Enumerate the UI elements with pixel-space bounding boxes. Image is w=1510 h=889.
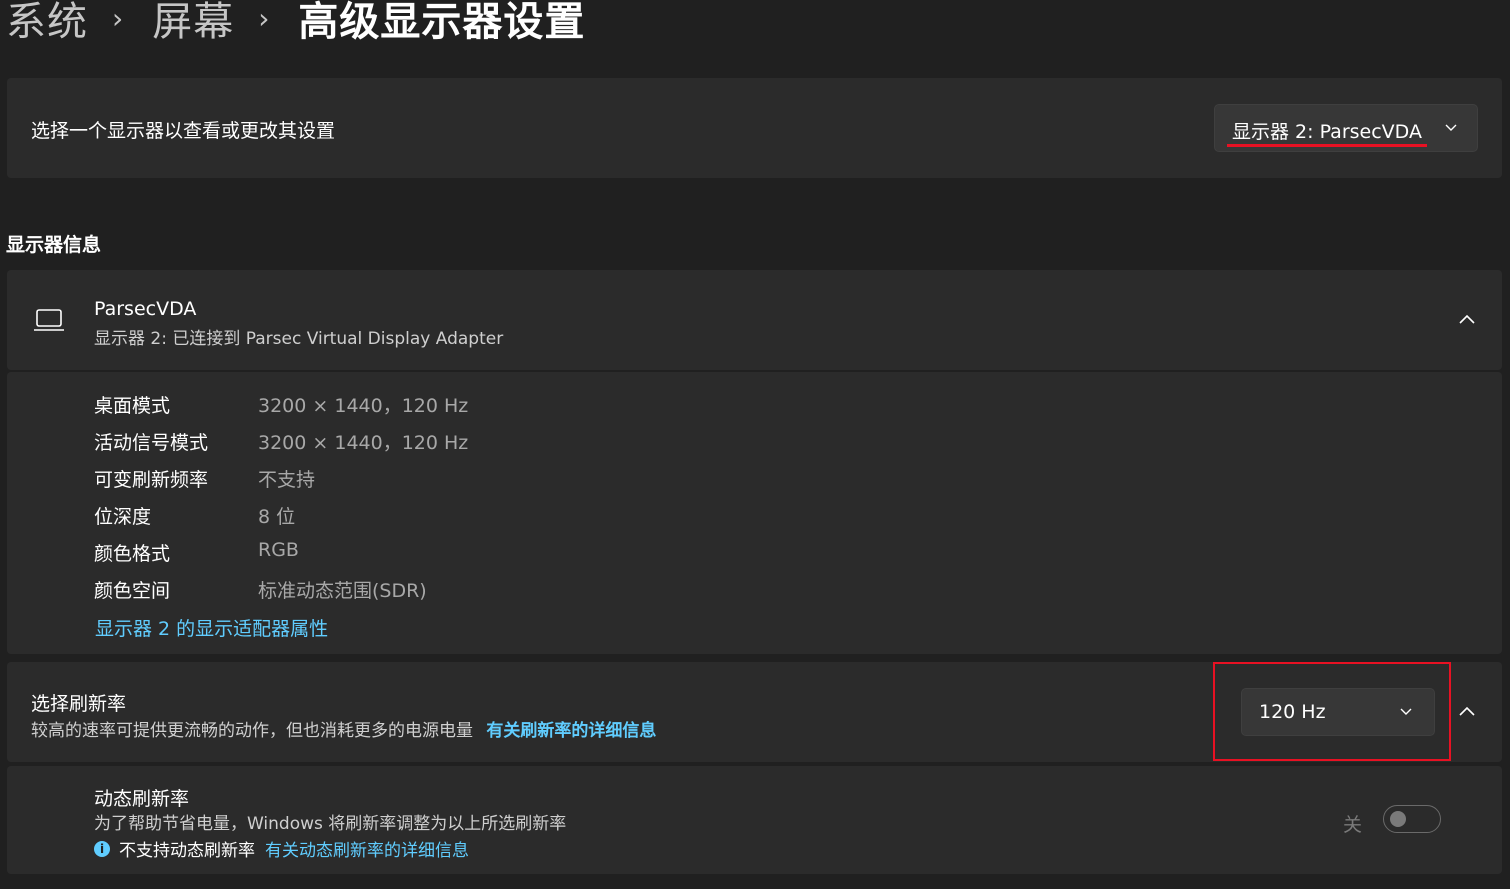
display-subtitle: 显示器 2: 已连接到 Parsec Virtual Display Adapt…: [94, 329, 504, 349]
dynamic-refresh-title: 动态刷新率: [94, 788, 190, 810]
display-info-details: 桌面模式 3200 × 1440，120 Hz 活动信号模式 3200 × 14…: [7, 372, 1502, 654]
info-key-active-signal-mode: 活动信号模式: [94, 432, 209, 454]
info-key-variable-refresh: 可变刷新频率: [94, 469, 209, 491]
refresh-rate-description-text: 较高的速率可提供更流畅的动作，但也消耗更多的电源电量: [31, 721, 473, 741]
info-key-desktop-mode: 桌面模式: [94, 395, 171, 417]
breadcrumb-system[interactable]: 系统: [6, 0, 88, 47]
info-value-desktop-mode: 3200 × 1440，120 Hz: [258, 395, 469, 417]
refresh-rate-info-link[interactable]: 有关刷新率的详细信息: [486, 721, 656, 741]
refresh-rate-title: 选择刷新率: [31, 693, 127, 715]
info-value-bit-depth: 8 位: [258, 506, 296, 528]
dynamic-refresh-note-row: i 不支持动态刷新率 有关动态刷新率的详细信息: [94, 836, 469, 861]
dynamic-refresh-toggle[interactable]: [1383, 805, 1441, 833]
info-key-color-format: 颜色格式: [94, 543, 171, 565]
display-name: ParsecVDA: [94, 298, 197, 320]
display-info-header[interactable]: ParsecVDA 显示器 2: 已连接到 Parsec Virtual Dis…: [7, 270, 1502, 370]
chevron-up-icon[interactable]: [1457, 702, 1477, 722]
laptop-icon: [34, 309, 64, 331]
info-key-color-space: 颜色空间: [94, 580, 171, 602]
breadcrumb-separator: ›: [112, 1, 125, 35]
chevron-down-icon: [1445, 124, 1457, 131]
breadcrumb: 系统 › 屏幕 › 高级显示器设置: [6, 0, 585, 48]
display-info-section-title: 显示器信息: [6, 234, 102, 256]
dynamic-refresh-unsupported-note: 不支持动态刷新率: [119, 841, 255, 861]
dynamic-refresh-description: 为了帮助节省电量，Windows 将刷新率调整为以上所选刷新率: [94, 814, 567, 834]
toggle-knob: [1390, 811, 1406, 827]
adapter-properties-link[interactable]: 显示器 2 的显示适配器属性: [95, 614, 328, 641]
advanced-display-settings-page: 系统 › 屏幕 › 高级显示器设置 选择一个显示器以查看或更改其设置 显示器 2…: [0, 0, 1510, 889]
toggle-state-label: 关: [1343, 814, 1363, 836]
info-value-color-format: RGB: [258, 539, 299, 561]
dynamic-refresh-info-link[interactable]: 有关动态刷新率的详细信息: [265, 836, 469, 861]
highlight-underline: [1227, 144, 1427, 147]
info-value-active-signal-mode: 3200 × 1440，120 Hz: [258, 432, 469, 454]
info-value-variable-refresh: 不支持: [258, 469, 316, 491]
highlight-box: [1213, 662, 1451, 761]
breadcrumb-display[interactable]: 屏幕: [152, 0, 234, 47]
chevron-up-icon[interactable]: [1457, 310, 1477, 330]
info-key-bit-depth: 位深度: [94, 506, 152, 528]
page-title: 高级显示器设置: [298, 0, 586, 45]
info-value-color-space: 标准动态范围(SDR): [258, 580, 427, 602]
dynamic-refresh-card: 动态刷新率 为了帮助节省电量，Windows 将刷新率调整为以上所选刷新率 i …: [7, 766, 1502, 874]
refresh-rate-description: 较高的速率可提供更流畅的动作，但也消耗更多的电源电量 有关刷新率的详细信息: [31, 716, 656, 741]
info-icon: i: [94, 840, 110, 857]
display-selector-label: 选择一个显示器以查看或更改其设置: [31, 120, 336, 142]
breadcrumb-separator: ›: [258, 1, 271, 35]
display-selector-value: 显示器 2: ParsecVDA: [1232, 121, 1422, 143]
